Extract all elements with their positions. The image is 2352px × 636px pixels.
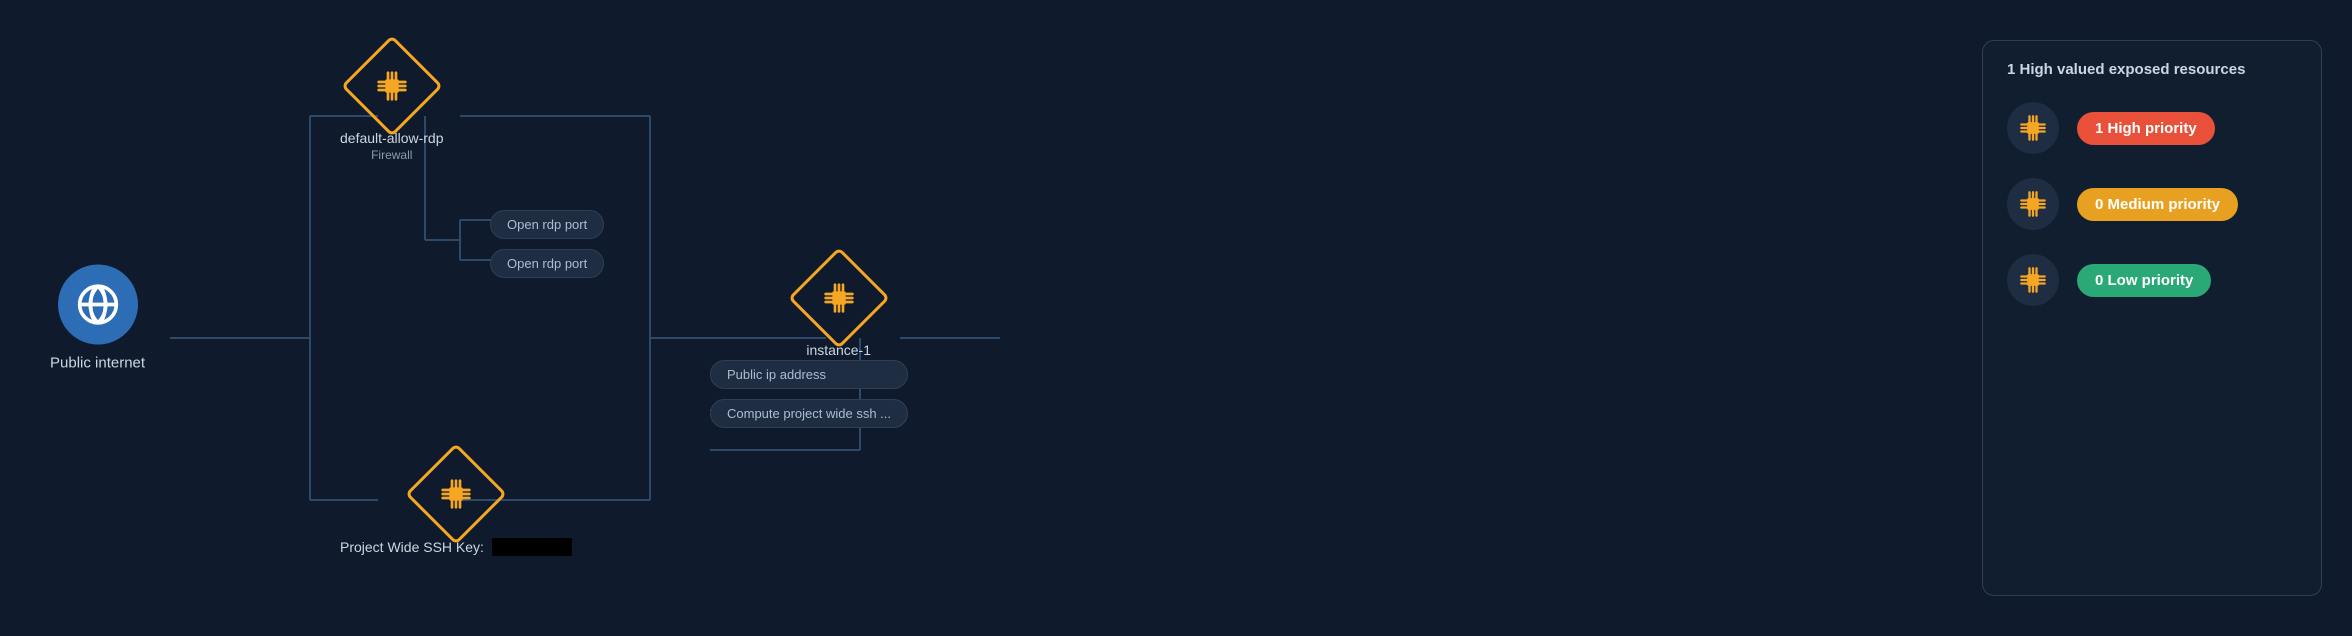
firewall-diamond (341, 35, 443, 137)
priority-row-medium: 0 Medium priority (2007, 178, 2297, 230)
chip-icon-high (2019, 114, 2047, 142)
priority-row-high: 1 High priority (2007, 102, 2297, 154)
ssh-name: Project Wide SSH Key: (340, 539, 484, 555)
globe-svg (76, 283, 120, 327)
low-priority-badge[interactable]: 0 Low priority (2077, 264, 2211, 297)
firewall-icon-container (376, 70, 408, 102)
instance-diamond (788, 247, 890, 349)
priority-row-low: 0 Low priority (2007, 254, 2297, 306)
instance-icon-container (823, 282, 855, 314)
firewall-type: Firewall (371, 148, 412, 162)
priority-icon-medium (2007, 178, 2059, 230)
firewall-node: default-allow-rdp Firewall (340, 50, 444, 162)
firewall-badge-0: Open rdp port (490, 210, 604, 239)
priority-icon-high (2007, 102, 2059, 154)
ssh-redacted-value (492, 538, 572, 556)
ssh-diamond-node: Project Wide SSH Key: (340, 458, 572, 556)
ssh-node: Project Wide SSH Key: (340, 458, 572, 556)
ssh-icon-container (440, 478, 472, 510)
chip-icon-instance (823, 282, 855, 314)
instance-badge-1: Compute project wide ssh ... (710, 399, 908, 428)
chip-icon (376, 70, 408, 102)
chip-icon-ssh (440, 478, 472, 510)
public-internet-label: Public internet (50, 355, 145, 372)
right-panel: 1 High valued exposed resources (1982, 40, 2322, 596)
public-internet-node: Public internet (50, 265, 145, 372)
panel-title: 1 High valued exposed resources (2007, 61, 2297, 78)
high-priority-badge[interactable]: 1 High priority (2077, 112, 2215, 145)
main-container: Public internet (0, 0, 2352, 636)
medium-priority-badge[interactable]: 0 Medium priority (2077, 188, 2238, 221)
priority-icon-low (2007, 254, 2059, 306)
chip-icon-low (2019, 266, 2047, 294)
instance-node: instance-1 Compute Instance (790, 262, 887, 374)
instance-badges-container: Public ip address Compute project wide s… (710, 360, 908, 428)
firewall-badge-1: Open rdp port (490, 249, 604, 278)
instance-diamond-node: instance-1 Compute Instance (790, 262, 887, 374)
instance-badge-0: Public ip address (710, 360, 908, 389)
graph-area: Public internet (30, 20, 1962, 616)
ssh-diamond (405, 443, 507, 545)
globe-icon (58, 265, 138, 345)
firewall-diamond-node: default-allow-rdp Firewall (340, 50, 444, 162)
firewall-badges-container: Open rdp port Open rdp port (490, 210, 604, 278)
chip-icon-medium (2019, 190, 2047, 218)
connections-svg (30, 20, 1962, 616)
